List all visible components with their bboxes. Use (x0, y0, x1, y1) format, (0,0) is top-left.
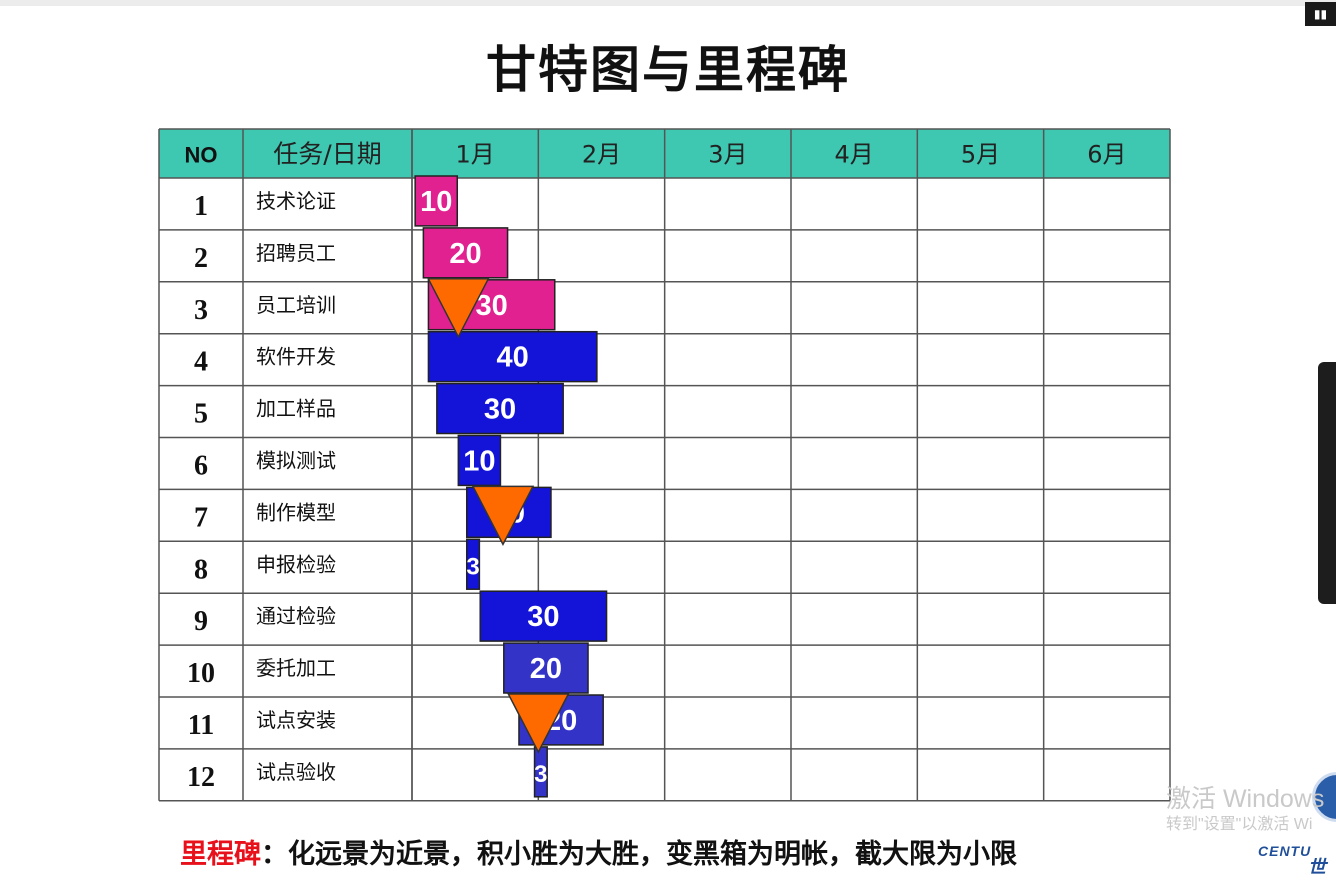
task-name: 申报检验 (256, 552, 336, 576)
header-month: 6月 (1087, 141, 1126, 169)
watermark-line1: 激活 Windows (1166, 785, 1325, 813)
task-no: 3 (194, 295, 208, 326)
task-no: 10 (187, 658, 215, 689)
milestone-key: 里程碑 (180, 839, 261, 870)
task-bar-label: 10 (420, 186, 452, 218)
task-bar-label: 20 (530, 653, 562, 685)
task-name: 员工培训 (256, 293, 336, 317)
header-month: 5月 (961, 141, 1000, 169)
milestone-text: ：化远景为近景，积小胜为大胜，变黑箱为明帐，截大限为小限 (261, 839, 1017, 870)
task-no: 12 (187, 762, 215, 793)
task-bar-label: 3 (466, 553, 479, 580)
header-task-date: 任务/日期 (273, 140, 381, 169)
gantt-chart: NO 任务/日期 1月 2月 3月 4月 5月 6月 1 技术论证 2 招聘员工 3 员工培训 4 软件开发 5… (158, 128, 1171, 802)
activation-watermark: 激活 Windows 转到"设置"以激活 Wi (1166, 785, 1325, 833)
task-bar-label: 40 (497, 342, 529, 374)
task-bar-label: 30 (484, 394, 516, 426)
brand-logo-text: CENTU 世 (1258, 844, 1336, 876)
task-no: 4 (194, 347, 208, 378)
task-no: 9 (194, 606, 208, 637)
brand-line1: CENTU (1258, 844, 1312, 859)
task-no: 7 (194, 502, 208, 533)
task-name: 加工样品 (256, 397, 336, 421)
task-no: 11 (188, 710, 214, 741)
brand-line2: 世 (1308, 857, 1326, 876)
task-no: 1 (194, 191, 208, 222)
task-bar-label: 20 (449, 238, 481, 270)
header-no: NO (185, 143, 218, 168)
task-bar-label: 30 (527, 601, 559, 633)
milestone-caption: 里程碑：化远景为近景，积小胜为大胜，变黑箱为明帐，截大限为小限 (180, 832, 1017, 871)
task-name: 软件开发 (256, 345, 336, 369)
task-no: 2 (194, 243, 208, 274)
task-name: 制作模型 (256, 500, 336, 524)
task-name: 委托加工 (256, 656, 336, 680)
header-month: 3月 (708, 141, 747, 169)
task-name: 技术论证 (256, 189, 336, 213)
task-no: 6 (194, 450, 208, 481)
task-name: 试点安装 (256, 708, 336, 732)
task-no: 5 (194, 399, 208, 430)
header-month: 2月 (582, 141, 621, 169)
task-name: 通过检验 (256, 604, 336, 628)
task-no: 8 (194, 554, 208, 585)
side-panel-handle[interactable] (1318, 362, 1336, 604)
task-name: 招聘员工 (256, 241, 336, 265)
header-month: 1月 (456, 141, 495, 169)
task-bar-label: 3 (534, 761, 547, 788)
task-name: 试点验收 (256, 760, 336, 784)
header-month: 4月 (835, 141, 874, 169)
watermark-line2: 转到"设置"以激活 Wi (1166, 815, 1313, 833)
task-bar-label: 10 (463, 445, 495, 477)
task-name: 模拟测试 (256, 448, 336, 472)
